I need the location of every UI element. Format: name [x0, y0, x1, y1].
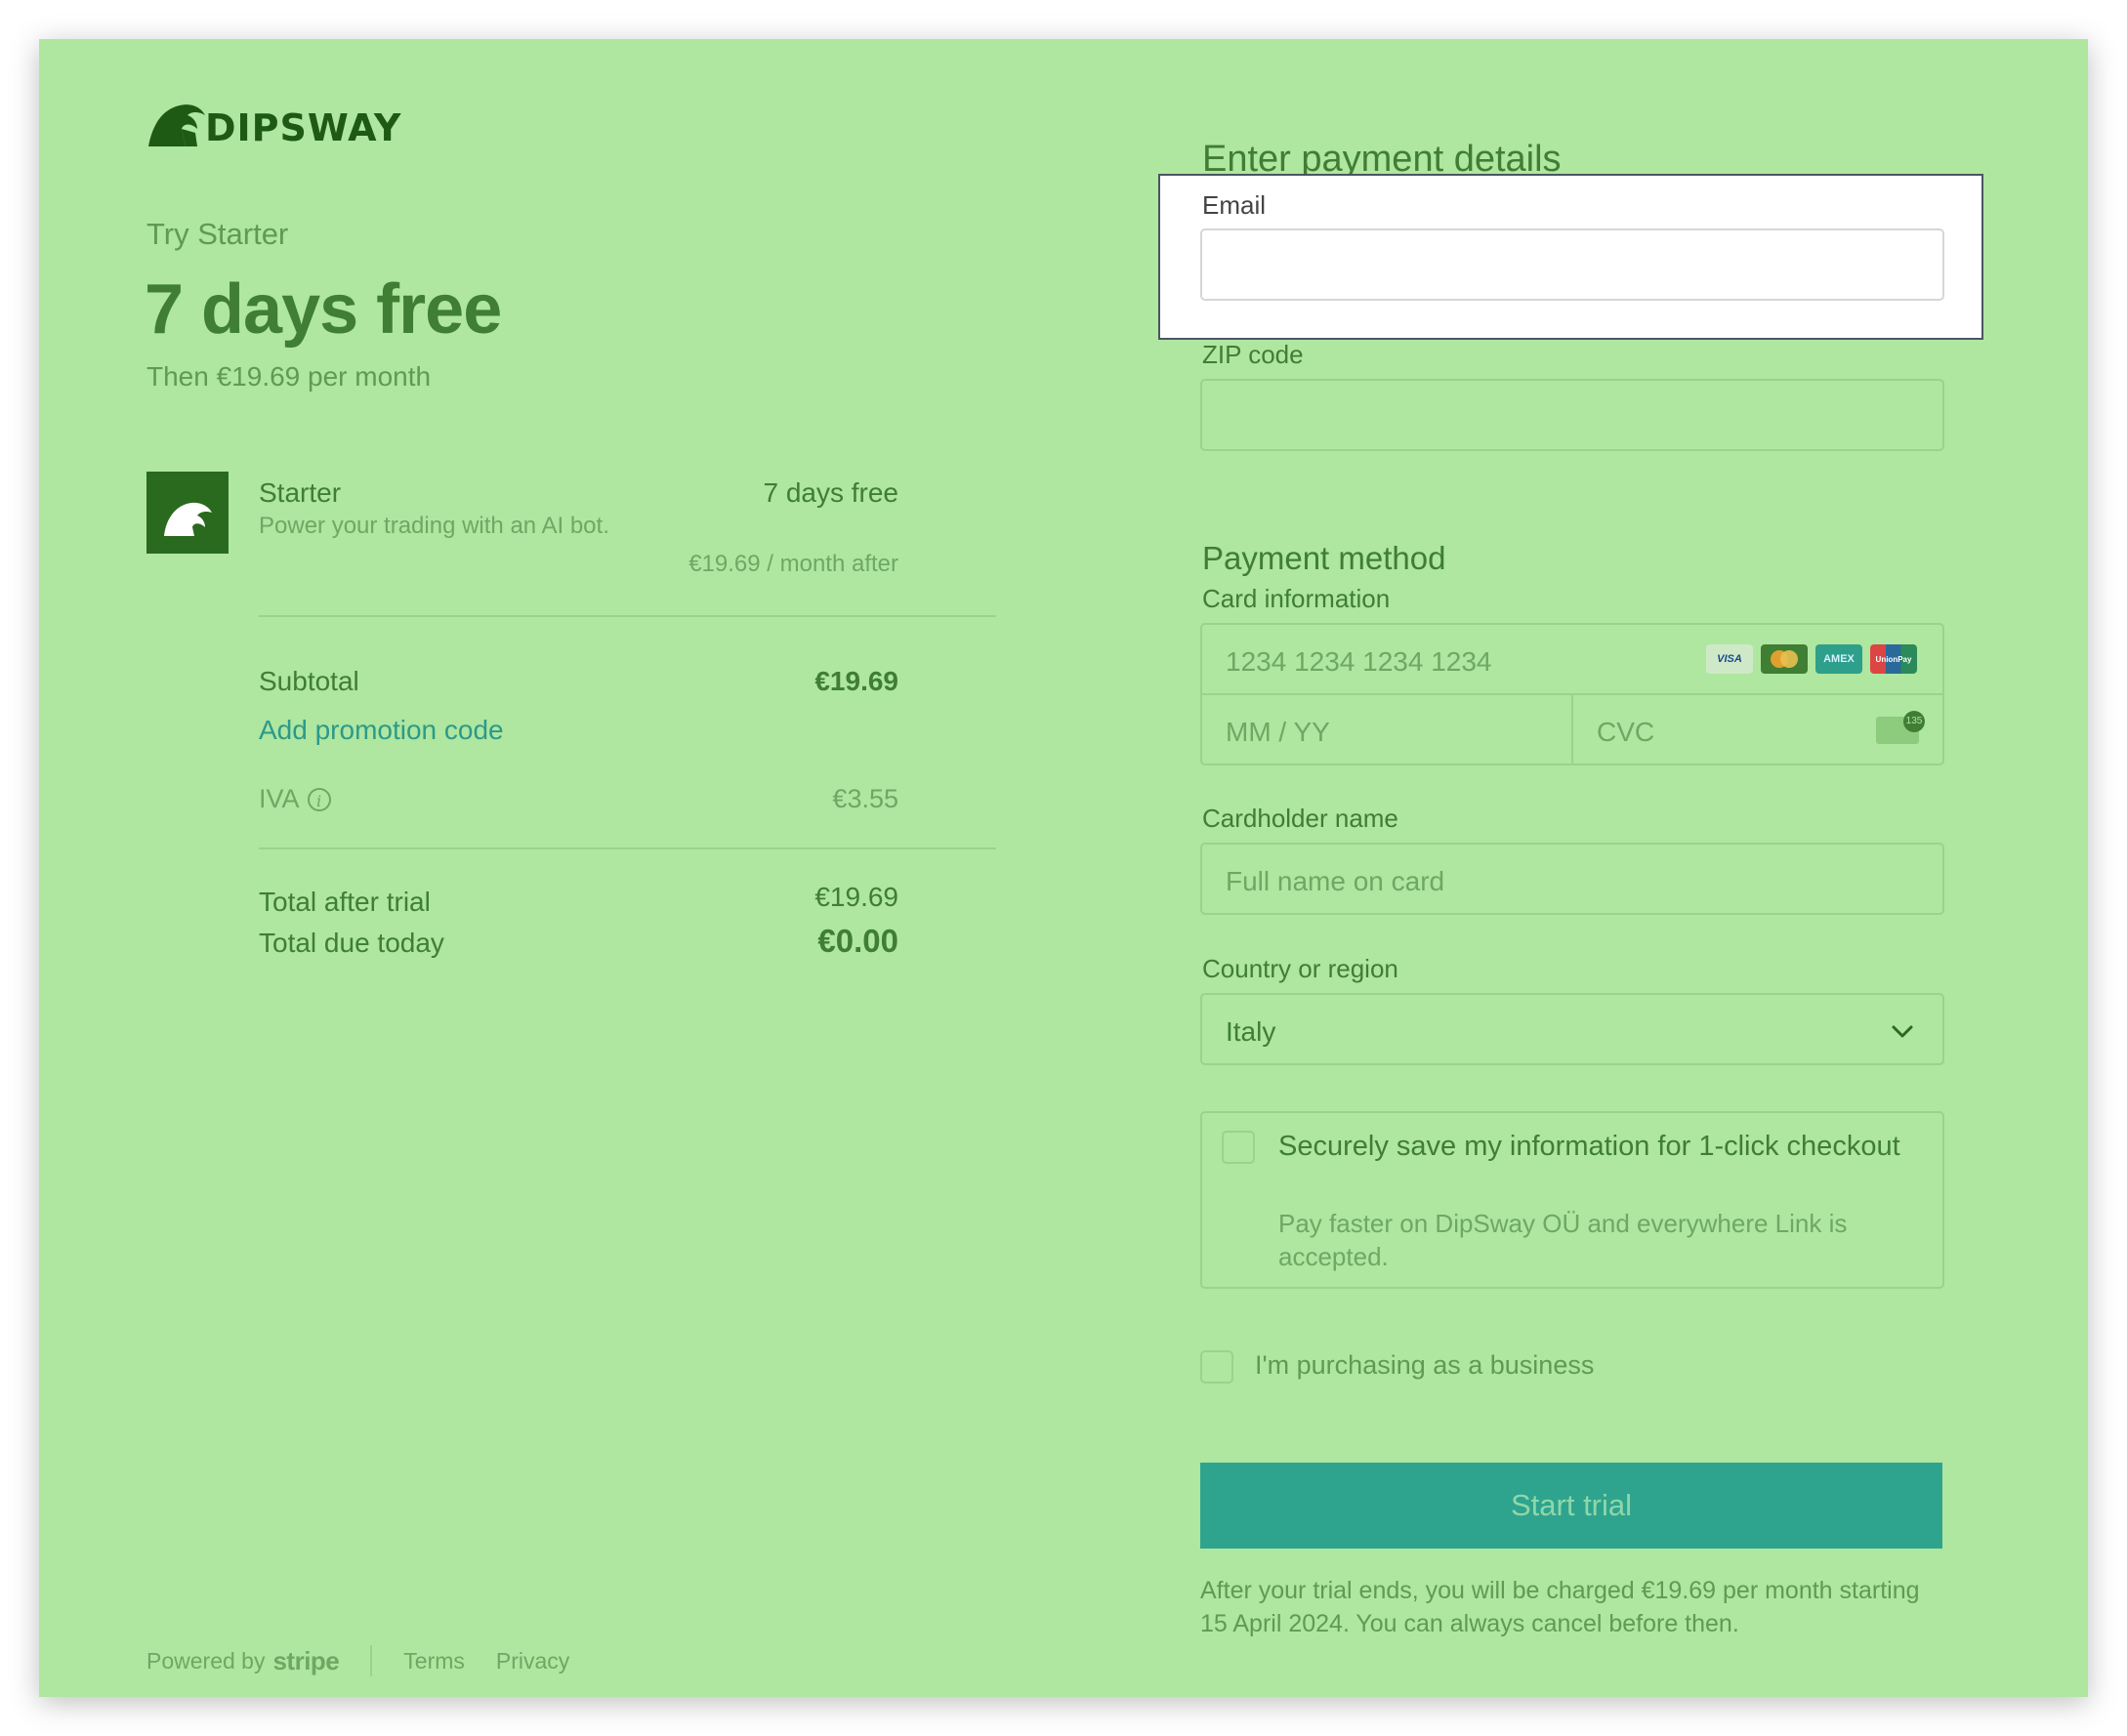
- card-number-placeholder: 1234 1234 1234 1234: [1226, 646, 1492, 677]
- email-input[interactable]: [1200, 228, 1944, 301]
- tax-value: €3.55: [832, 784, 898, 813]
- plan-try-label: Try Starter: [146, 217, 289, 251]
- wave-icon: [164, 502, 212, 536]
- subtotal-label: Subtotal: [259, 666, 359, 696]
- cvc-card-icon: 135: [1876, 711, 1925, 744]
- save-info-checkbox[interactable]: [1222, 1131, 1255, 1164]
- divider: [259, 847, 996, 849]
- email-label: Email: [1202, 190, 1267, 220]
- save-info-title: Securely save my information for 1-click…: [1278, 1131, 1900, 1162]
- stripe-logo[interactable]: stripe: [272, 1646, 339, 1676]
- product-description: Power your trading with an AI bot.: [259, 513, 609, 539]
- visa-icon: VISA: [1706, 644, 1753, 674]
- total-after-trial-value: €19.69: [814, 882, 898, 912]
- card-brand-icons: VISA AMEX UnionPay: [1706, 644, 1917, 674]
- terms-link[interactable]: Terms: [403, 1648, 465, 1674]
- trial-disclaimer: After your trial ends, you will be charg…: [1200, 1577, 1920, 1637]
- business-checkbox[interactable]: [1200, 1350, 1233, 1384]
- zip-label: ZIP code: [1202, 340, 1304, 369]
- expiry-placeholder: MM / YY: [1226, 717, 1330, 747]
- cardholder-label: Cardholder name: [1202, 804, 1398, 833]
- tax-label: IVA: [259, 784, 300, 813]
- brand-name: DIPSWAY: [205, 106, 402, 149]
- total-due-today-value: €0.00: [817, 923, 898, 959]
- footer: Powered by stripe Terms Privacy: [146, 1645, 601, 1676]
- subtotal-value: €19.69: [814, 666, 898, 696]
- payment-method-heading: Payment method: [1202, 540, 1446, 576]
- mastercard-icon: [1761, 644, 1808, 674]
- start-trial-button[interactable]: Start trial: [1200, 1463, 1942, 1549]
- total-due-today-label: Total due today: [259, 928, 444, 958]
- privacy-link[interactable]: Privacy: [496, 1648, 569, 1674]
- card-number-input[interactable]: 1234 1234 1234 1234 VISA AMEX UnionPay: [1200, 623, 1944, 695]
- country-value: Italy: [1226, 1016, 1276, 1047]
- chevron-down-icon: [1892, 1025, 1913, 1038]
- powered-by-label: Powered by: [146, 1647, 266, 1674]
- zip-input[interactable]: [1200, 379, 1944, 451]
- business-label: I'm purchasing as a business: [1255, 1350, 1595, 1380]
- cardholder-input[interactable]: Full name on card: [1200, 843, 1944, 915]
- cardholder-placeholder: Full name on card: [1226, 866, 1445, 896]
- checkout-panel: DIPSWAY Try Starter 7 days free Then €19…: [39, 39, 2088, 1697]
- product-price-after: €19.69 / month after: [688, 551, 898, 577]
- info-icon[interactable]: i: [307, 787, 331, 811]
- expiry-input[interactable]: MM / YY: [1200, 693, 1573, 765]
- price-after-trial: Then €19.69 per month: [146, 361, 432, 392]
- add-promotion-code-link[interactable]: Add promotion code: [259, 715, 504, 746]
- tax-row: IVA i: [259, 784, 331, 814]
- country-select[interactable]: Italy: [1200, 993, 1944, 1065]
- brand-logo[interactable]: DIPSWAY: [146, 100, 401, 146]
- product-name: Starter: [259, 477, 342, 508]
- amex-icon: AMEX: [1815, 644, 1862, 674]
- card-information-label: Card information: [1202, 584, 1391, 613]
- product-image: [146, 472, 229, 554]
- cvc-placeholder: CVC: [1597, 717, 1655, 747]
- unionpay-icon: UnionPay: [1870, 644, 1917, 674]
- footer-separator: [370, 1645, 373, 1676]
- save-info-subtitle: Pay faster on DipSway OÜ and everywhere …: [1278, 1209, 1848, 1271]
- total-after-trial-label: Total after trial: [259, 887, 431, 917]
- wave-logo-icon: [148, 104, 205, 146]
- cvc-input[interactable]: CVC 135: [1571, 693, 1944, 765]
- trial-headline: 7 days free: [145, 270, 502, 349]
- product-trial: 7 days free: [763, 477, 898, 508]
- divider: [259, 615, 996, 617]
- country-label: Country or region: [1202, 954, 1398, 983]
